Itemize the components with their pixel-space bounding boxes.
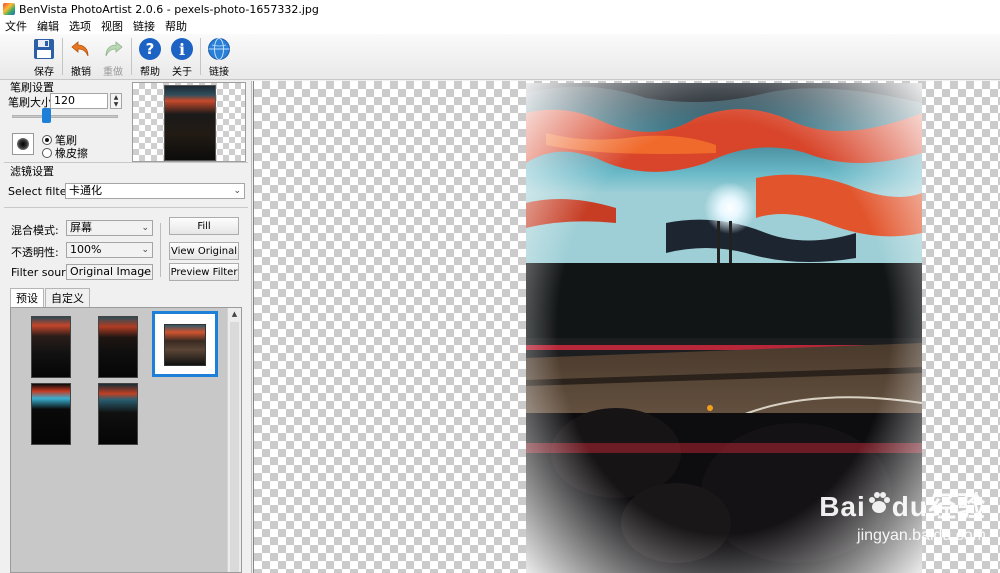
brush-size-slider-track[interactable] [12,115,118,118]
link-button[interactable]: 链接 [203,34,235,79]
scrollbar-thumb[interactable] [230,322,239,572]
baidu-logo-text: Bai du经验 [819,485,986,525]
menu-file[interactable]: 文件 [0,18,32,34]
select-filter-value: 卡通化 [69,184,102,197]
redo-button[interactable]: 重做 [97,34,129,79]
blend-mode-dropdown[interactable]: 屏幕 ⌄ [66,220,153,236]
preset-thumbnail[interactable] [31,383,71,445]
help-label: 帮助 [140,67,160,78]
radio-eraser-label: 橡皮擦 [55,147,88,160]
radio-eraser[interactable]: 橡皮擦 [42,145,88,161]
globe-icon [208,38,230,60]
menu-view[interactable]: 视图 [96,18,128,34]
filter-source-dropdown[interactable]: Original Image ⌄ [66,264,153,280]
toolbar: 保存 撤销 重做 ? 帮助 i 关于 链接 [0,34,1000,80]
filter-source-value: Original Image [70,265,151,278]
opacity-label: 不透明性: [11,246,59,259]
undo-label: 撤销 [71,67,91,78]
about-label: 关于 [172,67,192,78]
baidu-watermark: Bai du经验 jingyan.baidu.com [819,485,986,545]
preset-thumbnail[interactable] [98,383,138,445]
scroll-up-icon[interactable]: ▲ [228,308,241,320]
brush-size-slider-thumb[interactable] [42,108,51,123]
spin-up-icon[interactable]: ▲ [111,94,121,101]
preset-scrollbar[interactable]: ▲ [227,308,241,572]
image-canvas[interactable]: Bai du经验 jingyan.baidu.com [253,81,1000,573]
help-icon: ? [139,38,161,60]
divider [4,207,248,208]
help-button[interactable]: ? 帮助 [134,34,166,79]
baidu-logo-part: Bai [819,491,866,522]
link-label: 链接 [209,67,229,78]
navigator-thumbnail[interactable] [132,82,246,162]
title-bar: BenVista PhotoArtist 2.0.6 - pexels-phot… [0,0,1000,18]
opacity-value: 100% [70,243,102,256]
preset-thumbnail-selected[interactable] [152,311,218,377]
app-icon [3,3,15,15]
preset-selected-photo [164,324,206,366]
toolbar-separator [200,38,201,75]
brush-preview [12,133,34,155]
brush-size-spinner[interactable]: ▲ ▼ [110,93,122,109]
menu-bar: 文件 编辑 选项 视图 链接 帮助 [0,18,1000,34]
about-button[interactable]: i 关于 [166,34,198,79]
brush-dot-icon [17,138,29,150]
svg-text:?: ? [146,40,155,58]
save-label: 保存 [34,67,54,78]
opacity-dropdown[interactable]: 100% ⌄ [66,242,153,258]
chevron-down-icon: ⌄ [141,223,149,233]
tab-presets[interactable]: 预设 [10,288,44,307]
toolbar-separator [131,38,132,75]
menu-options[interactable]: 选项 [64,18,96,34]
blend-mode-value: 屏幕 [70,221,92,234]
chevron-down-icon: ⌄ [141,245,149,255]
fill-button[interactable]: Fill [169,217,239,235]
chevron-down-icon: ⌄ [233,186,241,196]
paw-icon [868,492,890,513]
baidu-logo-cn: 经验 [927,491,986,522]
chevron-down-icon: ⌄ [141,267,149,277]
save-button[interactable]: 保存 [28,34,60,79]
toolbar-separator [62,38,63,75]
menu-link[interactable]: 链接 [128,18,160,34]
brush-section-title: 笔刷设置 [10,81,54,94]
spin-down-icon[interactable]: ▼ [111,101,121,108]
brush-size-input[interactable]: 120 [50,93,108,109]
preset-thumbnail[interactable] [98,316,138,378]
navigator-photo [164,85,216,161]
redo-label: 重做 [103,67,123,78]
baidu-logo-part: du [891,491,928,522]
floppy-disk-icon [34,39,54,59]
undo-icon [71,41,89,57]
filter-section-title: 滤镜设置 [10,165,54,178]
left-panel: 笔刷设置 笔刷大小: 120 ▲ ▼ 笔刷 橡皮擦 滤镜设置 Select fi… [0,81,252,573]
preset-gallery: ▲ [10,307,242,573]
baidu-url: jingyan.baidu.com [857,527,986,544]
tab-custom[interactable]: 自定义 [45,288,90,307]
view-original-button[interactable]: View Original [169,242,239,260]
blend-mode-label: 混合模式: [11,224,59,237]
preview-filter-button[interactable]: Preview Filter [169,263,239,281]
redo-icon [105,41,123,57]
menu-help[interactable]: 帮助 [160,18,192,34]
radio-brush-indicator[interactable] [42,135,52,145]
radio-eraser-indicator[interactable] [42,148,52,158]
window-title: BenVista PhotoArtist 2.0.6 - pexels-phot… [19,2,319,16]
info-icon: i [171,38,193,60]
menu-edit[interactable]: 编辑 [32,18,64,34]
select-filter-dropdown[interactable]: 卡通化 ⌄ [65,183,245,199]
vertical-separator [160,223,161,277]
preset-thumbnail[interactable] [31,316,71,378]
undo-button[interactable]: 撤销 [65,34,97,79]
svg-text:i: i [179,40,185,59]
preset-tabs: 预设 自定义 [10,288,91,307]
